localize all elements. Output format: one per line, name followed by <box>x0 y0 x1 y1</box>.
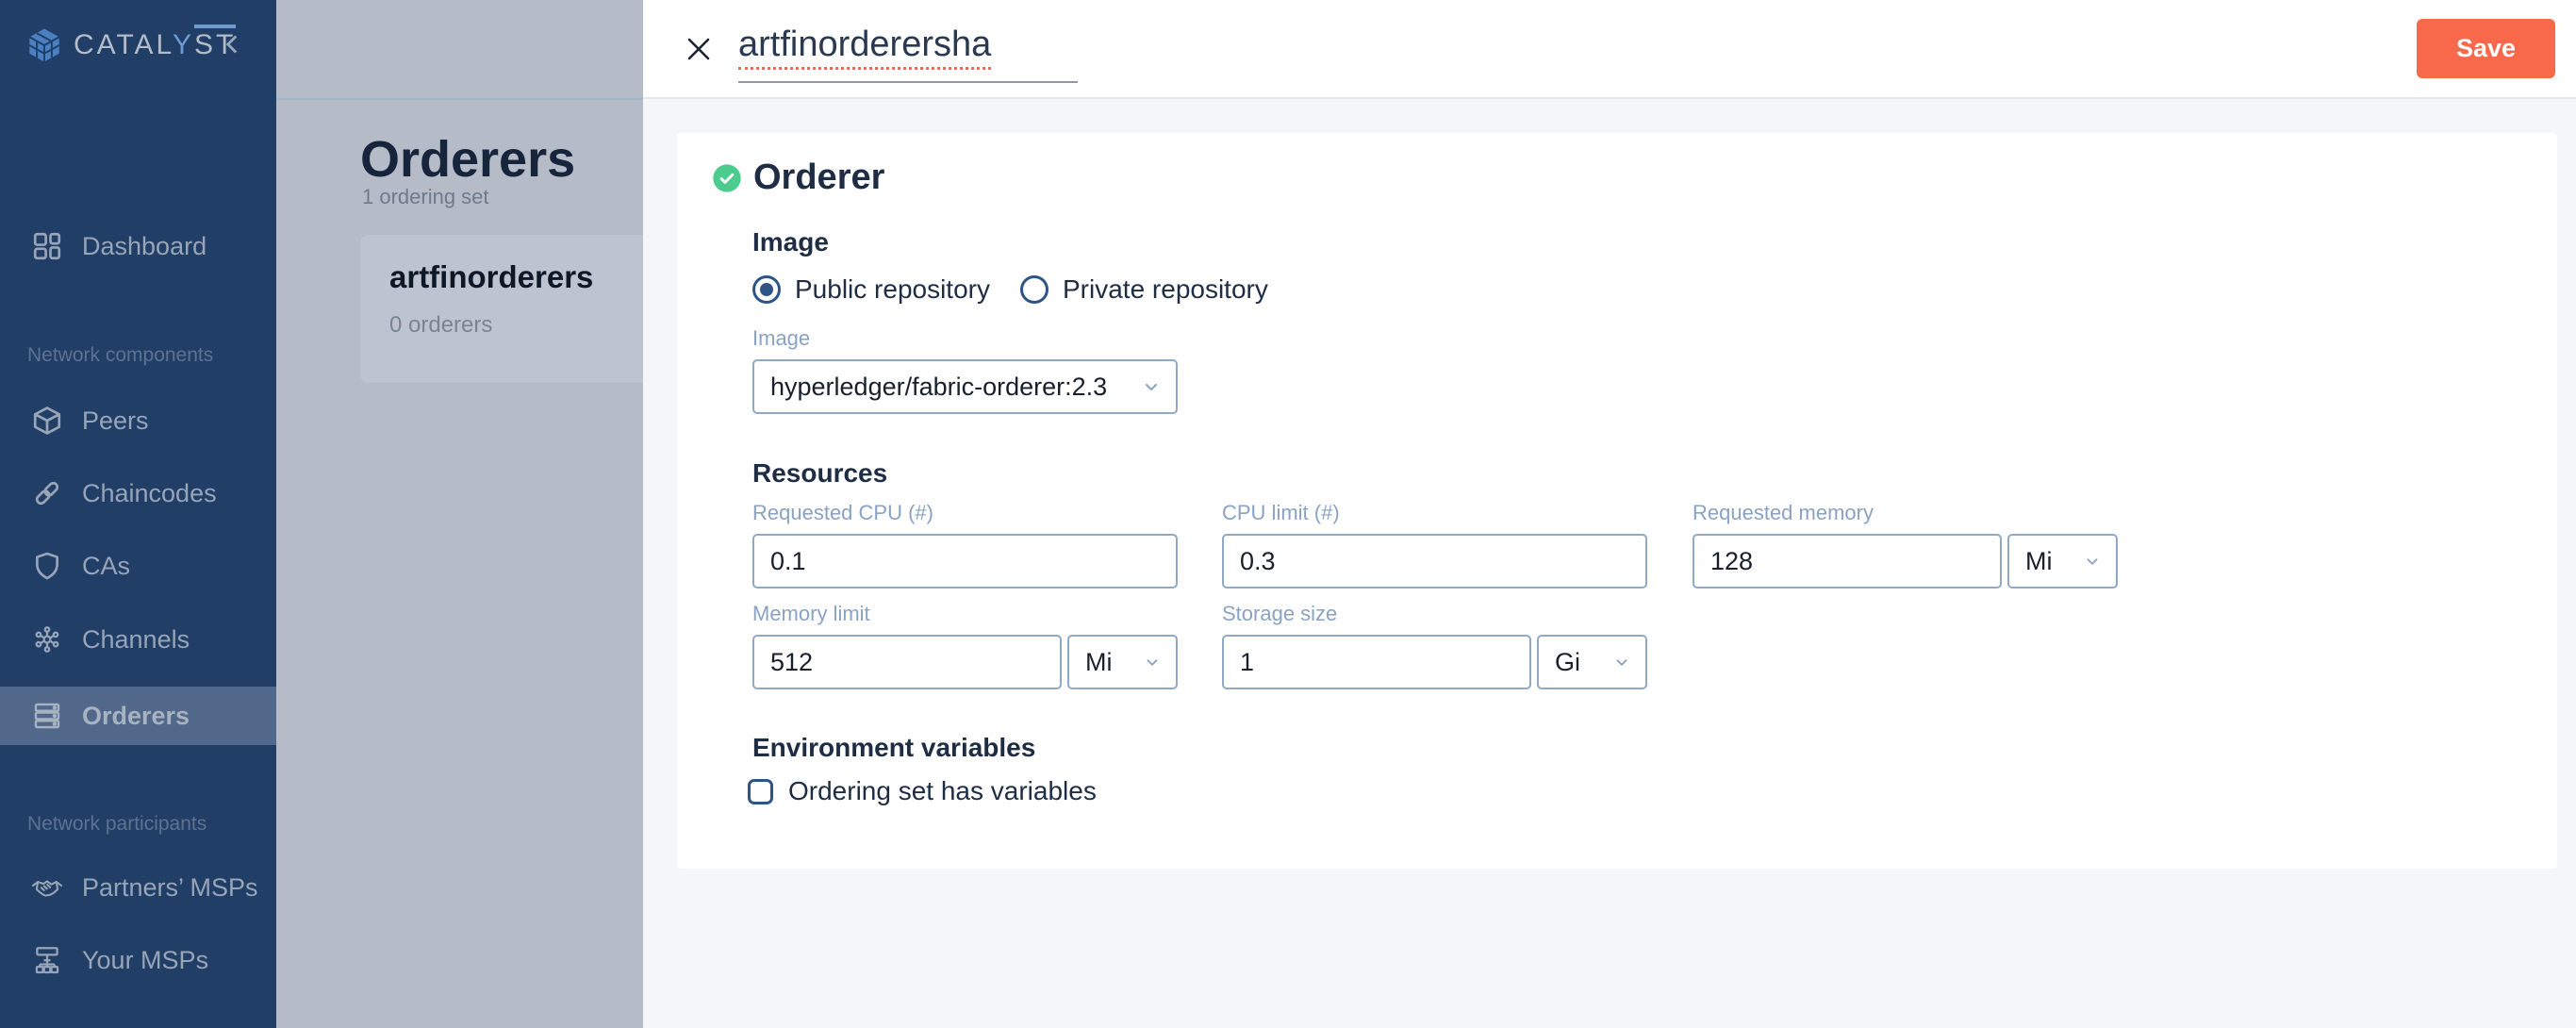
success-check-icon <box>712 163 742 193</box>
sidebar-item-label: Your MSPs <box>82 945 209 974</box>
app-root: CATALYST Dashboard Network components Pe… <box>0 0 2576 1028</box>
memory-limit-label: Memory limit <box>752 602 870 625</box>
cube-icon <box>31 405 63 437</box>
sidebar-item-orderers[interactable]: Orderers <box>0 687 276 745</box>
server-stack-icon <box>31 700 63 732</box>
sidebar: CATALYST Dashboard Network components Pe… <box>0 0 276 1028</box>
sidebar-item-label: Dashboard <box>82 231 207 260</box>
sidebar-item-label: Peers <box>82 406 149 435</box>
unit-value: Mi <box>1085 647 1113 676</box>
form-header: Orderer <box>712 158 884 198</box>
requested-memory-label: Requested memory <box>1693 501 1874 524</box>
chevron-down-icon <box>1142 652 1163 672</box>
sidebar-item-chaincodes[interactable]: Chaincodes <box>0 464 276 522</box>
chain-link-icon <box>31 477 63 509</box>
cpu-limit-input[interactable] <box>1222 534 1647 589</box>
ordering-set-count: 0 orderers <box>389 312 493 338</box>
panel-header-divider <box>276 98 643 100</box>
sidebar-item-label: Chaincodes <box>82 478 217 507</box>
drawer-header: artfinorderersha Save <box>643 0 2576 99</box>
radio-selected-icon <box>752 275 781 304</box>
org-chart-icon <box>31 944 63 976</box>
storage-size-field: Storage size Gi <box>1222 602 1647 689</box>
checkbox-unchecked-icon[interactable] <box>748 778 773 804</box>
page-title: Orderers <box>360 131 576 188</box>
sidebar-item-label: Orderers <box>82 701 190 730</box>
has-variables-checkbox-row[interactable]: Ordering set has variables <box>748 776 1097 806</box>
sidebar-item-label: CAs <box>82 551 131 580</box>
image-select-value: hyperledger/fabric-orderer:2.3 <box>770 372 1108 401</box>
page-subtitle: 1 ordering set <box>362 185 489 208</box>
sidebar-item-label: Partners’ MSPs <box>82 872 258 902</box>
brand-wordmark: CATALYST <box>74 25 237 61</box>
unit-value: Gi <box>1555 647 1580 676</box>
storage-size-label: Storage size <box>1222 602 1338 625</box>
storage-size-unit-select[interactable]: Gi <box>1537 635 1647 689</box>
form-heading: Orderer <box>753 158 885 197</box>
hub-network-icon <box>31 623 63 655</box>
storage-size-input[interactable] <box>1222 635 1531 689</box>
env-section-heading: Environment variables <box>752 733 1036 762</box>
name-input-value: artfinorderersha <box>738 25 992 70</box>
sidebar-section-network-components: Network components <box>27 344 214 366</box>
handshake-icon <box>31 871 63 904</box>
sidebar-item-peers[interactable]: Peers <box>0 391 276 450</box>
image-field-label: Image <box>752 326 811 350</box>
chevron-down-icon <box>2082 551 2103 572</box>
orderer-editor-drawer: artfinorderersha Save Orderer Image Publ… <box>643 0 2576 1028</box>
name-input[interactable]: artfinorderersha <box>738 25 1078 83</box>
requested-cpu-label: Requested CPU (#) <box>752 501 933 524</box>
sidebar-item-cas[interactable]: CAs <box>0 537 276 595</box>
radio-public-repository[interactable]: Public repository <box>752 274 990 305</box>
chevron-down-icon <box>1611 652 1632 672</box>
sidebar-item-your-msps[interactable]: Your MSPs <box>0 931 276 989</box>
cpu-limit-label: CPU limit (#) <box>1222 501 1340 524</box>
chevron-down-icon <box>1140 375 1163 398</box>
requested-memory-field: Requested memory Mi <box>1693 501 2118 589</box>
requested-memory-unit-select[interactable]: Mi <box>2007 534 2118 589</box>
save-button[interactable]: Save <box>2417 19 2555 78</box>
drawer-body: Orderer Image Public repository Private … <box>643 101 2576 1028</box>
sidebar-section-network-participants: Network participants <box>27 813 207 835</box>
unit-value: Mi <box>2025 546 2053 575</box>
sidebar-item-partners-msps[interactable]: Partners’ MSPs <box>0 858 276 917</box>
sidebar-item-label: Channels <box>82 624 190 654</box>
shield-icon <box>31 550 63 582</box>
ordering-set-card[interactable]: artfinorderers 0 orderers <box>360 235 643 383</box>
requested-cpu-input[interactable] <box>752 534 1178 589</box>
logo: CATALYST <box>0 15 276 75</box>
radio-unselected-icon <box>1020 275 1049 304</box>
orderer-form-card: Orderer Image Public repository Private … <box>677 133 2557 869</box>
requested-cpu-field: Requested CPU (#) <box>752 501 1178 589</box>
ordering-set-name: artfinorderers <box>389 259 594 294</box>
sidebar-item-channels[interactable]: Channels <box>0 610 276 669</box>
close-icon[interactable] <box>681 31 717 67</box>
memory-limit-input[interactable] <box>752 635 1062 689</box>
memory-limit-unit-select[interactable]: Mi <box>1067 635 1178 689</box>
radio-label: Public repository <box>795 274 990 304</box>
sidebar-item-dashboard[interactable]: Dashboard <box>0 217 276 275</box>
dashboard-icon <box>31 230 63 262</box>
image-select[interactable]: hyperledger/fabric-orderer:2.3 <box>752 359 1178 414</box>
image-section-heading: Image <box>752 227 829 257</box>
resources-section-heading: Resources <box>752 458 888 488</box>
memory-limit-field: Memory limit Mi <box>752 602 1178 689</box>
radio-label: Private repository <box>1063 274 1268 304</box>
collapse-sidebar-icon[interactable] <box>216 28 248 60</box>
cpu-limit-field: CPU limit (#) <box>1222 501 1647 589</box>
orderers-list-panel: Orderers 1 ordering set artfinorderers 0… <box>276 0 643 1028</box>
checkbox-label: Ordering set has variables <box>788 776 1097 805</box>
image-select-field: Image hyperledger/fabric-orderer:2.3 <box>752 326 1178 414</box>
radio-private-repository[interactable]: Private repository <box>1020 274 1268 305</box>
catalyst-cube-logo-icon <box>25 25 64 65</box>
requested-memory-input[interactable] <box>1693 534 2002 589</box>
